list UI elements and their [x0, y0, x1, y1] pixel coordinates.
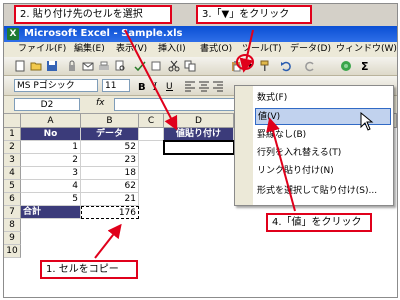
callout-step3: 3.「▼」をクリック [196, 5, 312, 24]
arrow-step2 [124, 29, 178, 131]
callout-step2: 2. 貼り付け先のセルを選択 [14, 5, 172, 24]
arrow-step1 [94, 223, 122, 259]
callout-step4: 4.「値」をクリック [266, 213, 372, 232]
callout-step1: 1. セルをコピー [40, 260, 138, 279]
annotation-arrows [94, 29, 296, 259]
arrow-step4 [266, 117, 296, 212]
